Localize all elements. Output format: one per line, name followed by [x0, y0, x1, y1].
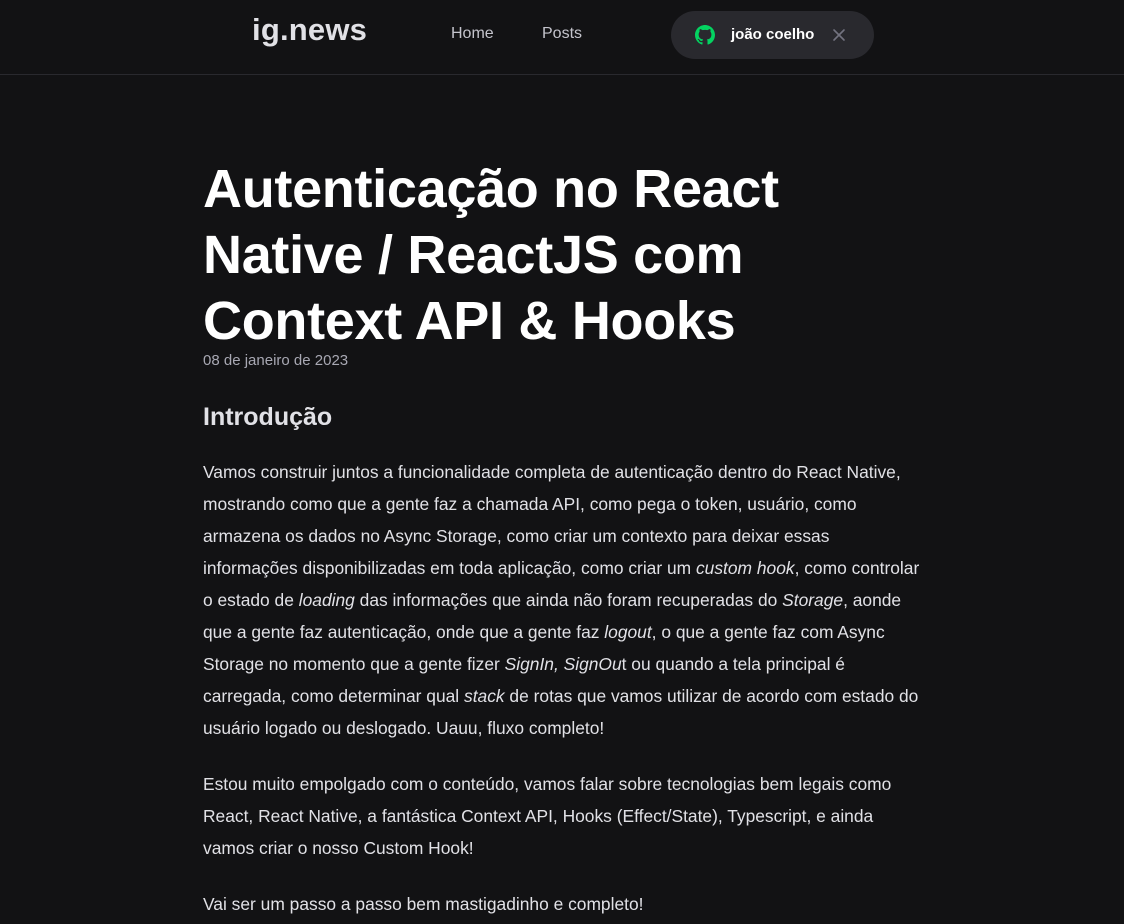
- post-article: Autenticação no React Native / ReactJS c…: [203, 156, 923, 920]
- emphasis-text: Storage: [782, 590, 844, 610]
- post-date: 08 de janeiro de 2023: [203, 352, 349, 369]
- top-header: ig.news Home Posts joão coelho: [0, 0, 1124, 75]
- third-paragraph: Vai ser um passo a passo bem mastigadinh…: [203, 894, 644, 914]
- nav-link-home[interactable]: Home: [451, 25, 494, 43]
- nav-link-posts[interactable]: Posts: [542, 25, 582, 43]
- emphasis-text: stack: [464, 686, 505, 706]
- second-paragraph: Estou muito empolgado com o conteúdo, va…: [203, 774, 892, 858]
- github-icon: [695, 25, 715, 45]
- emphasis-text: loading: [298, 590, 355, 610]
- emphasis-text: custom hook: [695, 558, 795, 578]
- site-logo[interactable]: ig.news: [252, 12, 367, 48]
- section-heading: Introdução: [203, 403, 333, 431]
- text-span: das informações que ainda não foram recu…: [354, 590, 783, 610]
- user-signout-button[interactable]: joão coelho: [671, 11, 874, 59]
- post-title: Autenticação no React Native / ReactJS c…: [203, 159, 779, 351]
- user-name: joão coelho: [731, 26, 815, 43]
- emphasis-text: logout: [604, 622, 652, 642]
- close-icon[interactable]: [832, 28, 846, 42]
- emphasis-text: SignIn, SignOu: [504, 654, 622, 674]
- intro-paragraph: Vamos construir juntos a funcionalidade …: [203, 456, 923, 744]
